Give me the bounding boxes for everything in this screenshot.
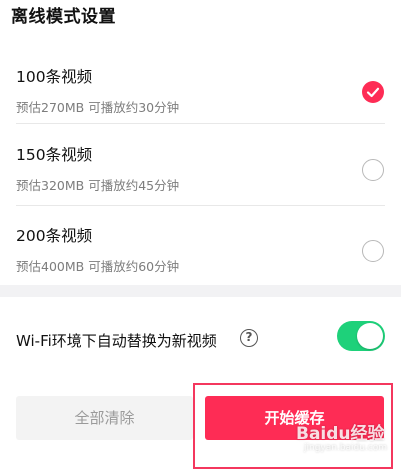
option-name: 100条视频 (16, 68, 93, 86)
option-description: 预估320MB 可播放约45分钟 (16, 178, 180, 193)
settings-footer: Wi-Fi环境下自动替换为新视频 ? 全部清除 开始缓存 (0, 297, 401, 472)
option-name: 150条视频 (16, 146, 93, 164)
toggle-knob (357, 323, 383, 349)
empty-circle-icon[interactable] (362, 240, 384, 262)
start-cache-button[interactable]: 开始缓存 (205, 396, 384, 440)
option-description: 预估400MB 可播放约60分钟 (16, 259, 180, 274)
check-circle-icon[interactable] (362, 81, 384, 103)
question-circle-icon[interactable]: ? (240, 329, 258, 347)
divider (16, 123, 385, 124)
option-name: 200条视频 (16, 227, 93, 245)
wifi-auto-replace-label: Wi-Fi环境下自动替换为新视频 (16, 332, 217, 350)
option-150-videos[interactable]: 150条视频 预估320MB 可播放约45分钟 (0, 133, 401, 215)
page-title: 离线模式设置 (11, 7, 116, 27)
divider (16, 205, 385, 206)
option-200-videos[interactable]: 200条视频 预估400MB 可播放约60分钟 (0, 214, 401, 296)
section-separator (0, 285, 401, 297)
option-100-videos[interactable]: 100条视频 预估270MB 可播放约30分钟 (0, 55, 401, 137)
clear-all-button[interactable]: 全部清除 (16, 396, 193, 440)
wifi-auto-replace-toggle[interactable] (337, 321, 385, 351)
option-description: 预估270MB 可播放约30分钟 (16, 100, 180, 115)
empty-circle-icon[interactable] (362, 159, 384, 181)
offline-settings-panel: 离线模式设置 100条视频 预估270MB 可播放约30分钟 150条视频 预估… (0, 0, 401, 300)
